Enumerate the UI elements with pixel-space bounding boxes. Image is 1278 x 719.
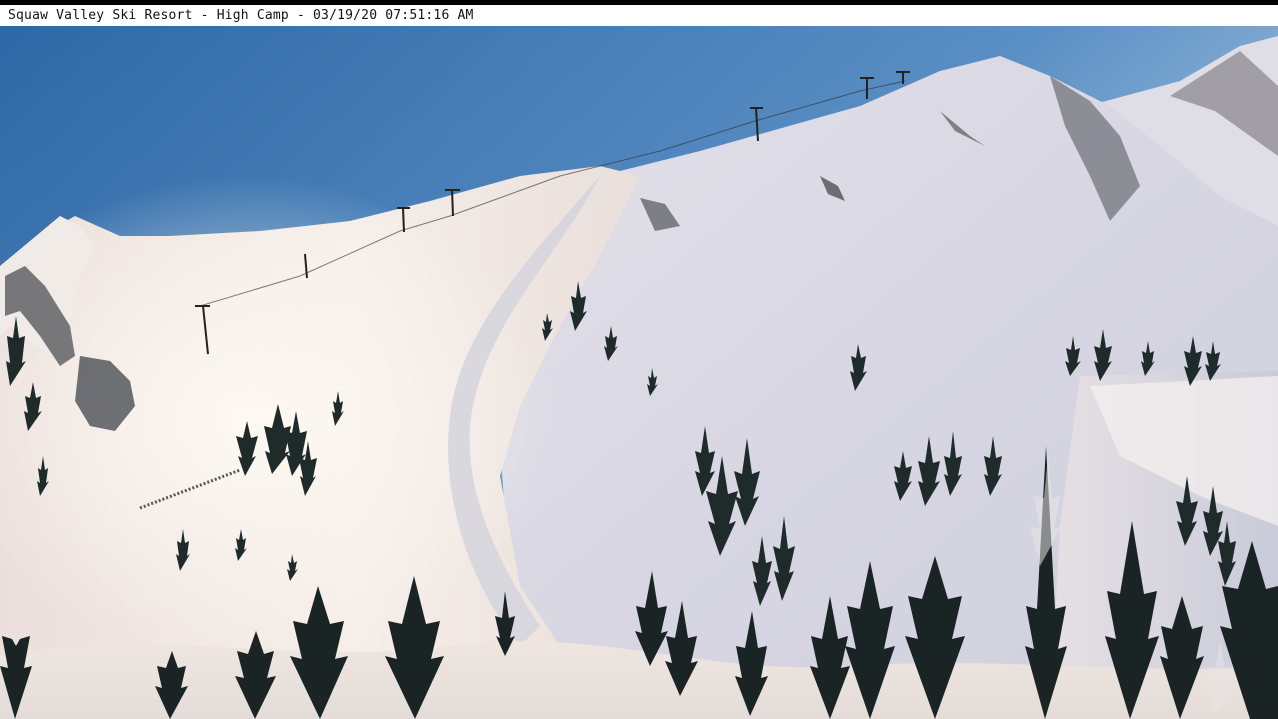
webcam-image [0, 26, 1278, 719]
mountain-scene [0, 26, 1278, 719]
caption-bar: Squaw Valley Ski Resort - High Camp - 03… [0, 5, 1278, 26]
webcam-caption: Squaw Valley Ski Resort - High Camp - 03… [8, 8, 474, 23]
sun-glow [0, 176, 700, 716]
webcam-frame: Squaw Valley Ski Resort - High Camp - 03… [0, 0, 1278, 719]
